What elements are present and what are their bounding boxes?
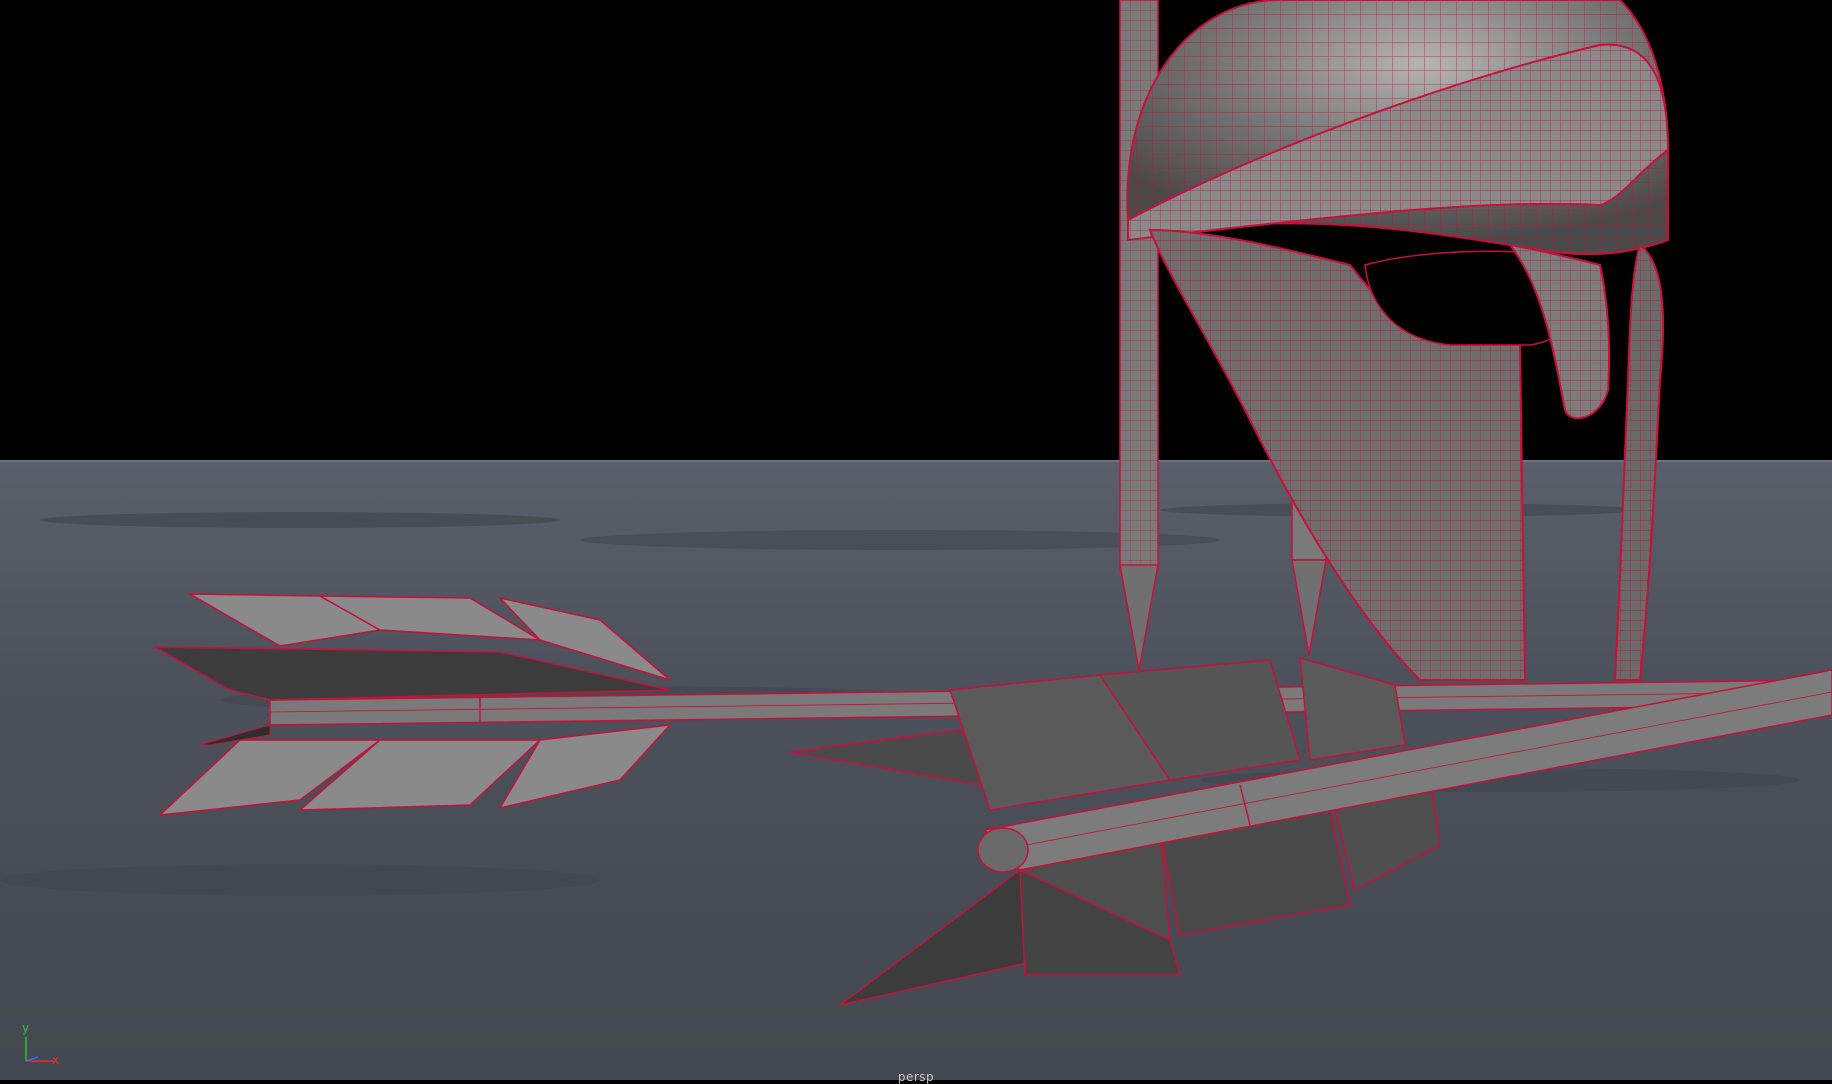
axis-gizmo: y x [14,1021,64,1070]
viewport-canvas[interactable] [0,0,1832,1080]
camera-name-label: persp [897,1070,935,1084]
axis-y-label: y [22,1021,30,1035]
axis-x-label: x [52,1053,60,1067]
3d-viewport[interactable]: y x persp [0,0,1832,1084]
